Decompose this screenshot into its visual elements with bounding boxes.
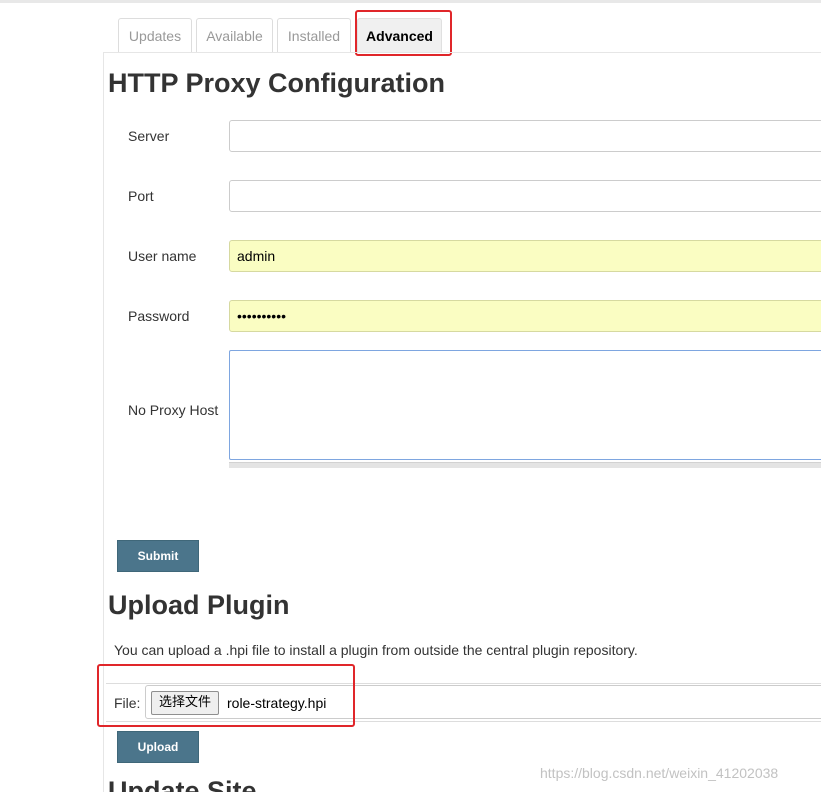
tab-available[interactable]: Available — [196, 18, 273, 52]
choose-file-button[interactable]: 选择文件 — [151, 691, 220, 715]
upload-section-heading: Upload Plugin — [108, 590, 290, 620]
port-input[interactable] — [229, 180, 821, 212]
upload-button[interactable]: Upload — [117, 731, 199, 763]
proxy-section-heading: HTTP Proxy Configuration — [108, 68, 446, 98]
port-label: Port — [128, 188, 154, 204]
file-label: File: — [114, 695, 141, 711]
submit-button[interactable]: Submit — [117, 540, 199, 572]
password-input[interactable] — [229, 300, 821, 332]
plugin-manager-page: Updates Available Installed Advanced HTT… — [0, 0, 821, 792]
tab-installed[interactable]: Installed — [277, 18, 351, 52]
username-label: User name — [128, 248, 197, 264]
tab-advanced[interactable]: Advanced — [357, 18, 442, 52]
tab-updates[interactable]: Updates — [118, 18, 192, 52]
no-proxy-host-label: No Proxy Host — [128, 402, 219, 418]
update-site-heading: Update Site — [108, 776, 257, 792]
watermark: https://blog.csdn.net/weixin_41202038 — [540, 765, 779, 781]
textarea-resize-handle[interactable] — [229, 462, 821, 468]
upload-description: You can upload a .hpi file to install a … — [114, 642, 638, 658]
username-input[interactable] — [229, 240, 821, 272]
no-proxy-host-textarea[interactable] — [229, 350, 821, 460]
top-divider — [0, 0, 821, 3]
server-input[interactable] — [229, 120, 821, 152]
selected-file-name: role-strategy.hpi — [227, 695, 327, 711]
password-label: Password — [128, 308, 190, 324]
server-label: Server — [128, 128, 170, 144]
